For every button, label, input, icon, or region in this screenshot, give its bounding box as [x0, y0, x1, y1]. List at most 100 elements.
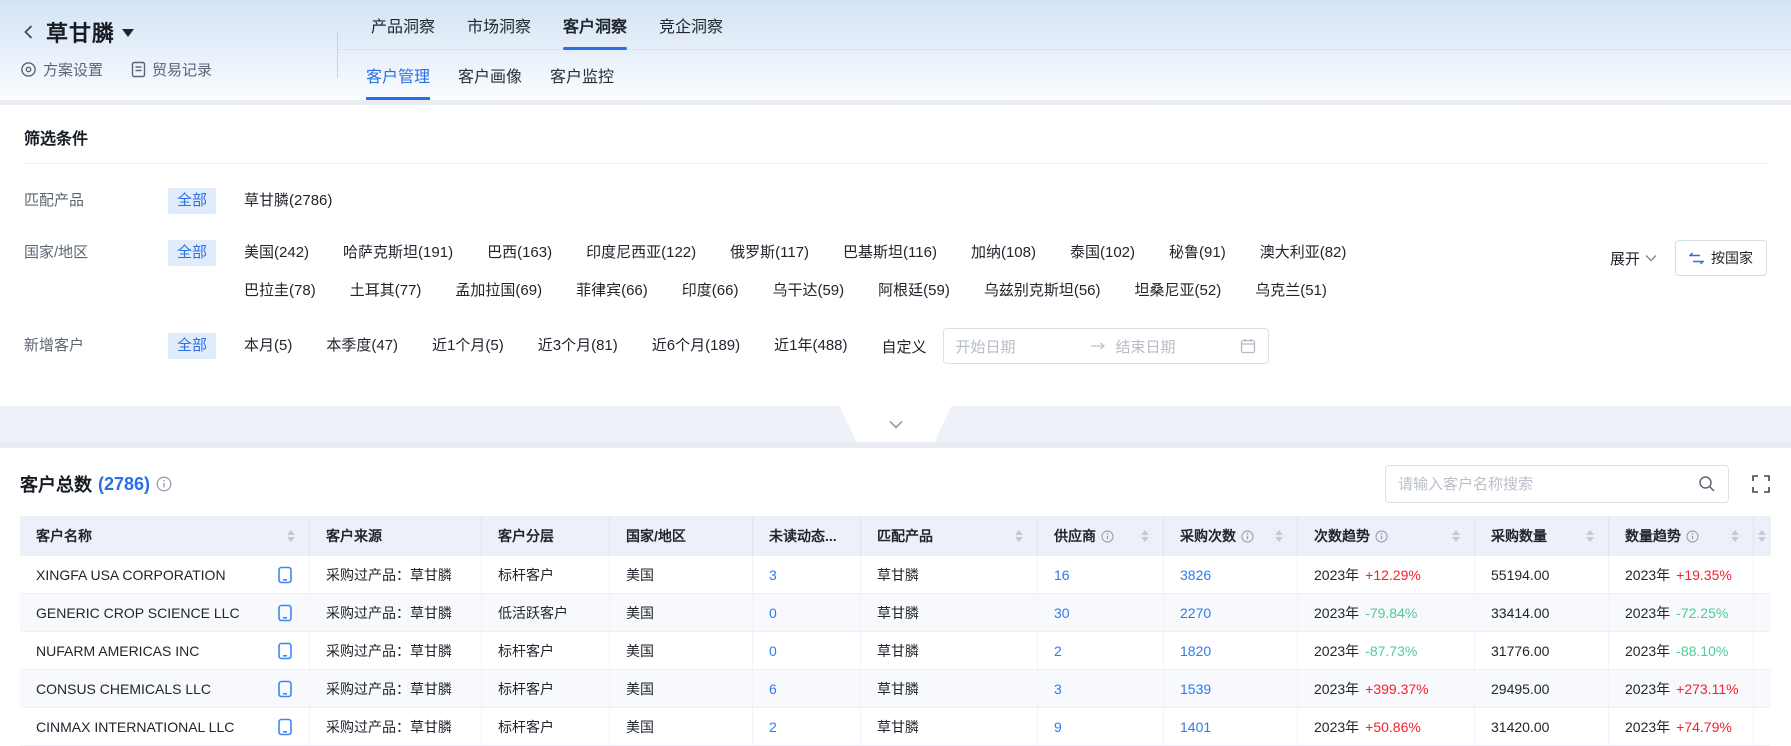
country-filter-item[interactable]: 巴西(163)	[487, 240, 552, 266]
start-date-field[interactable]: 开始日期	[956, 336, 1080, 357]
country-filter-item[interactable]: 美国(242)	[244, 240, 309, 266]
purchase-times-link[interactable]: 1820	[1180, 643, 1211, 659]
filter-label-country: 国家/地区	[24, 240, 168, 266]
search-icon[interactable]	[1698, 475, 1716, 493]
unread-count-link[interactable]: 0	[769, 643, 777, 659]
scheme-settings-button[interactable]: 方案设置	[20, 59, 103, 80]
calendar-icon	[1240, 338, 1256, 354]
country-filter-item[interactable]: 乌兹别克斯坦(56)	[984, 278, 1101, 304]
sort-icon	[1731, 530, 1739, 542]
country-filter-item[interactable]: 印度(66)	[682, 278, 739, 304]
customer-tier: 标杆客户	[482, 708, 610, 746]
sort-icon	[1141, 530, 1149, 542]
collapse-filters-button[interactable]	[840, 406, 952, 442]
trend-year: 2023年	[1625, 603, 1670, 623]
customer-card-icon[interactable]	[277, 718, 293, 736]
country-filter-item[interactable]: 印度尼西亚(122)	[586, 240, 696, 266]
country-filter-item[interactable]: 俄罗斯(117)	[730, 240, 809, 266]
purchase-times-link[interactable]: 1539	[1180, 681, 1211, 697]
suppliers-link[interactable]: 3	[1054, 681, 1062, 697]
col-customer-name[interactable]: 客户名称	[20, 516, 310, 556]
subtab-customer-management[interactable]: 客户管理	[366, 50, 430, 100]
unread-count-link[interactable]: 3	[769, 567, 777, 583]
country-filter-item[interactable]: 哈萨克斯坦(191)	[343, 240, 453, 266]
tab-competitor-insight[interactable]: 竞企洞察	[659, 0, 723, 49]
by-country-button[interactable]: 按国家	[1675, 240, 1767, 276]
country-filter-item[interactable]: 乌克兰(51)	[1255, 278, 1327, 304]
new-customer-filter-item[interactable]: 本季度(47)	[326, 333, 398, 359]
country-filter-item[interactable]: 加纳(108)	[971, 240, 1036, 266]
customer-source: 采购过产品：草甘膦	[310, 708, 482, 746]
customer-card-icon[interactable]	[277, 566, 293, 584]
purchase-qty: 29495.00	[1475, 670, 1609, 708]
sort-icon	[1015, 530, 1023, 542]
country-filter-item[interactable]: 土耳其(77)	[350, 278, 422, 304]
table-header: 客户名称 客户来源 客户分层 国家/地区 未读动态... 匹配产品 供应商 采购…	[20, 516, 1771, 556]
country-filter-item[interactable]: 坦桑尼亚(52)	[1135, 278, 1222, 304]
country-filter-item[interactable]: 菲律宾(66)	[576, 278, 648, 304]
customer-country: 美国	[610, 670, 753, 708]
filter-product-all-chip[interactable]: 全部	[168, 188, 216, 214]
product-filter-item[interactable]: 草甘膦(2786)	[244, 188, 332, 214]
product-dropdown-icon[interactable]	[122, 29, 134, 37]
country-filter-item[interactable]: 巴拉圭(78)	[244, 278, 316, 304]
unread-count-link[interactable]: 0	[769, 605, 777, 621]
col-purchase-times[interactable]: 采购次数	[1164, 516, 1298, 556]
date-range-picker[interactable]: 开始日期 结束日期	[943, 328, 1269, 364]
end-date-field[interactable]: 结束日期	[1116, 336, 1240, 357]
suppliers-link[interactable]: 2	[1054, 643, 1062, 659]
country-filter-item[interactable]: 阿根廷(59)	[878, 278, 950, 304]
country-filter-item[interactable]: 泰国(102)	[1070, 240, 1135, 266]
table-row[interactable]: CINMAX INTERNATIONAL LLC 采购过产品：草甘膦 标杆客户 …	[20, 708, 1771, 746]
purchase-times-link[interactable]: 1401	[1180, 719, 1211, 735]
subtab-customer-monitor[interactable]: 客户监控	[550, 50, 614, 100]
new-customer-filter-item[interactable]: 近3个月(81)	[538, 333, 618, 359]
filter-country-all-chip[interactable]: 全部	[168, 240, 216, 266]
new-customer-filter-item[interactable]: 近1个月(5)	[432, 333, 504, 359]
col-purchase-qty[interactable]: 采购数量	[1475, 516, 1609, 556]
customer-tier: 低活跃客户	[482, 594, 610, 632]
table-row[interactable]: NUFARM AMERICAS INC 采购过产品：草甘膦 标杆客户 美国 0 …	[20, 632, 1771, 670]
tab-market-insight[interactable]: 市场洞察	[467, 0, 531, 49]
customer-card-icon[interactable]	[277, 604, 293, 622]
main-tabs: 产品洞察 市场洞察 客户洞察 竞企洞察	[338, 0, 1791, 50]
search-input[interactable]	[1398, 476, 1698, 493]
tab-product-insight[interactable]: 产品洞察	[371, 0, 435, 49]
new-customer-filter-item[interactable]: 近6个月(189)	[652, 333, 740, 359]
country-filter-item[interactable]: 乌干达(59)	[772, 278, 844, 304]
new-customer-filter-item[interactable]: 近1年(488)	[774, 333, 847, 359]
customer-card-icon[interactable]	[277, 680, 293, 698]
country-filter-item[interactable]: 澳大利亚(82)	[1260, 240, 1347, 266]
unread-count-link[interactable]: 6	[769, 681, 777, 697]
fullscreen-icon[interactable]	[1751, 474, 1771, 494]
filter-row-product: 匹配产品 全部 草甘膦(2786)	[24, 188, 1767, 214]
col-qty-trend[interactable]: 数量趋势	[1609, 516, 1754, 556]
subtab-customer-profile[interactable]: 客户画像	[458, 50, 522, 100]
col-matched-product[interactable]: 匹配产品	[861, 516, 1038, 556]
customer-card-icon[interactable]	[277, 642, 293, 660]
table-row[interactable]: GENERIC CROP SCIENCE LLC 采购过产品：草甘膦 低活跃客户…	[20, 594, 1771, 632]
tab-customer-insight[interactable]: 客户洞察	[563, 0, 627, 49]
purchase-times-link[interactable]: 2270	[1180, 605, 1211, 621]
suppliers-link[interactable]: 30	[1054, 605, 1070, 621]
expand-countries-toggle[interactable]: 展开	[1610, 248, 1657, 269]
country-filter-item[interactable]: 巴基斯坦(116)	[843, 240, 937, 266]
suppliers-link[interactable]: 9	[1054, 719, 1062, 735]
customer-name: CINMAX INTERNATIONAL LLC	[36, 719, 234, 735]
filter-new-customer-all-chip[interactable]: 全部	[168, 333, 216, 359]
trade-records-button[interactable]: 贸易记录	[131, 59, 212, 80]
trend-year: 2023年	[1314, 603, 1359, 623]
table-row[interactable]: XINGFA USA CORPORATION 采购过产品：草甘膦 标杆客户 美国…	[20, 556, 1771, 594]
suppliers-link[interactable]: 16	[1054, 567, 1070, 583]
new-customer-filter-item[interactable]: 本月(5)	[244, 333, 292, 359]
country-filter-item[interactable]: 秘鲁(91)	[1169, 240, 1226, 266]
back-icon[interactable]	[20, 23, 38, 41]
customer-source: 采购过产品：草甘膦	[310, 594, 482, 632]
unread-count-link[interactable]: 2	[769, 719, 777, 735]
col-suppliers[interactable]: 供应商	[1038, 516, 1164, 556]
table-row[interactable]: CONSUS CHEMICALS LLC 采购过产品：草甘膦 标杆客户 美国 6…	[20, 670, 1771, 708]
col-times-trend[interactable]: 次数趋势	[1298, 516, 1475, 556]
purchase-times-link[interactable]: 3826	[1180, 567, 1211, 583]
custom-date-option[interactable]: 自定义	[882, 336, 927, 357]
country-filter-item[interactable]: 孟加拉国(69)	[455, 278, 542, 304]
